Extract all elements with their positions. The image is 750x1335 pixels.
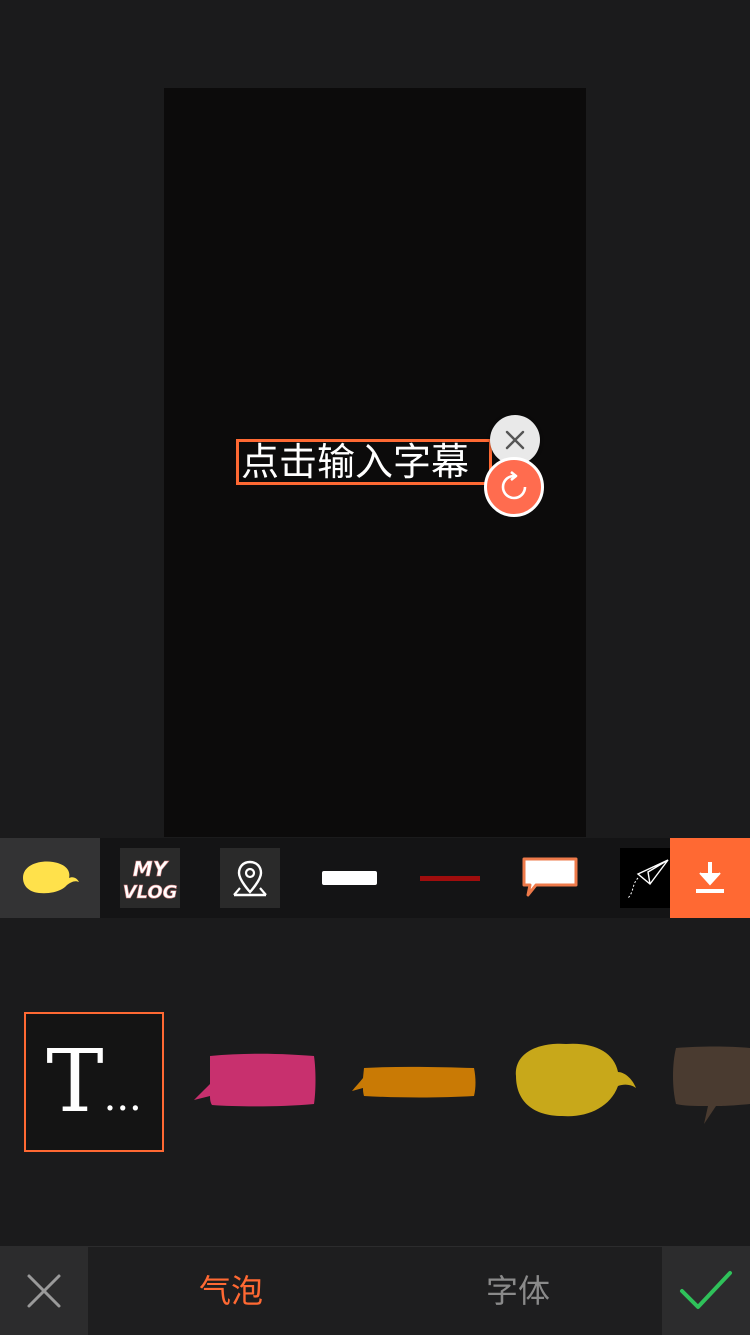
style-brown-bubble[interactable]	[670, 1044, 750, 1132]
category-yellow-bubble[interactable]	[0, 838, 100, 918]
orange-banner-shape	[352, 1066, 476, 1098]
caption-text-box[interactable]: 点击输入字幕	[236, 439, 492, 485]
style-text-dots: ...	[103, 1074, 142, 1120]
red-line-icon	[420, 876, 480, 881]
tab-font[interactable]: 字体	[418, 1247, 618, 1335]
category-red-line[interactable]	[400, 838, 500, 918]
category-speech-box[interactable]	[500, 838, 600, 918]
yellow-bubble-icon	[23, 861, 79, 894]
caption-placeholder: 点击输入字幕	[241, 440, 470, 484]
download-icon	[696, 862, 724, 893]
rotate-scale-handle[interactable]	[484, 457, 544, 517]
location-pin-icon	[220, 848, 280, 908]
confirm-button[interactable]	[662, 1247, 750, 1335]
close-icon	[27, 1274, 61, 1308]
tab-bubble[interactable]: 气泡	[131, 1247, 331, 1335]
bubble-styles-row: T...	[0, 990, 750, 1170]
paper-plane-icon	[620, 848, 670, 908]
speech-box-icon	[522, 857, 578, 897]
sticker-category-bar: MY VLOG	[0, 838, 750, 918]
white-bar-icon	[322, 871, 377, 885]
close-icon	[505, 430, 525, 450]
pink-bubble-shape	[194, 1053, 316, 1107]
rotate-icon	[501, 470, 527, 500]
category-my-vlog[interactable]: MY VLOG	[100, 838, 200, 918]
svg-text:VLOG: VLOG	[123, 882, 178, 903]
download-more-button[interactable]	[670, 838, 750, 918]
bottom-toolbar: 气泡 字体	[0, 1246, 750, 1335]
cancel-button[interactable]	[0, 1247, 88, 1335]
style-text-only[interactable]: T...	[24, 1012, 164, 1152]
style-pink-bubble[interactable]	[190, 1050, 320, 1114]
category-paper-plane[interactable]	[600, 838, 670, 918]
style-yellow-bubble[interactable]	[510, 1038, 640, 1126]
category-location[interactable]	[200, 838, 300, 918]
yellow-bubble-shape	[515, 1043, 636, 1117]
category-white-bar[interactable]	[300, 838, 400, 918]
brown-bubble-shape	[673, 1046, 750, 1124]
style-text-t: T	[46, 1032, 104, 1132]
my-vlog-icon: MY VLOG	[120, 848, 180, 908]
checkmark-icon	[680, 1271, 732, 1309]
svg-text:MY: MY	[133, 857, 170, 881]
style-orange-banner[interactable]	[350, 1064, 478, 1104]
